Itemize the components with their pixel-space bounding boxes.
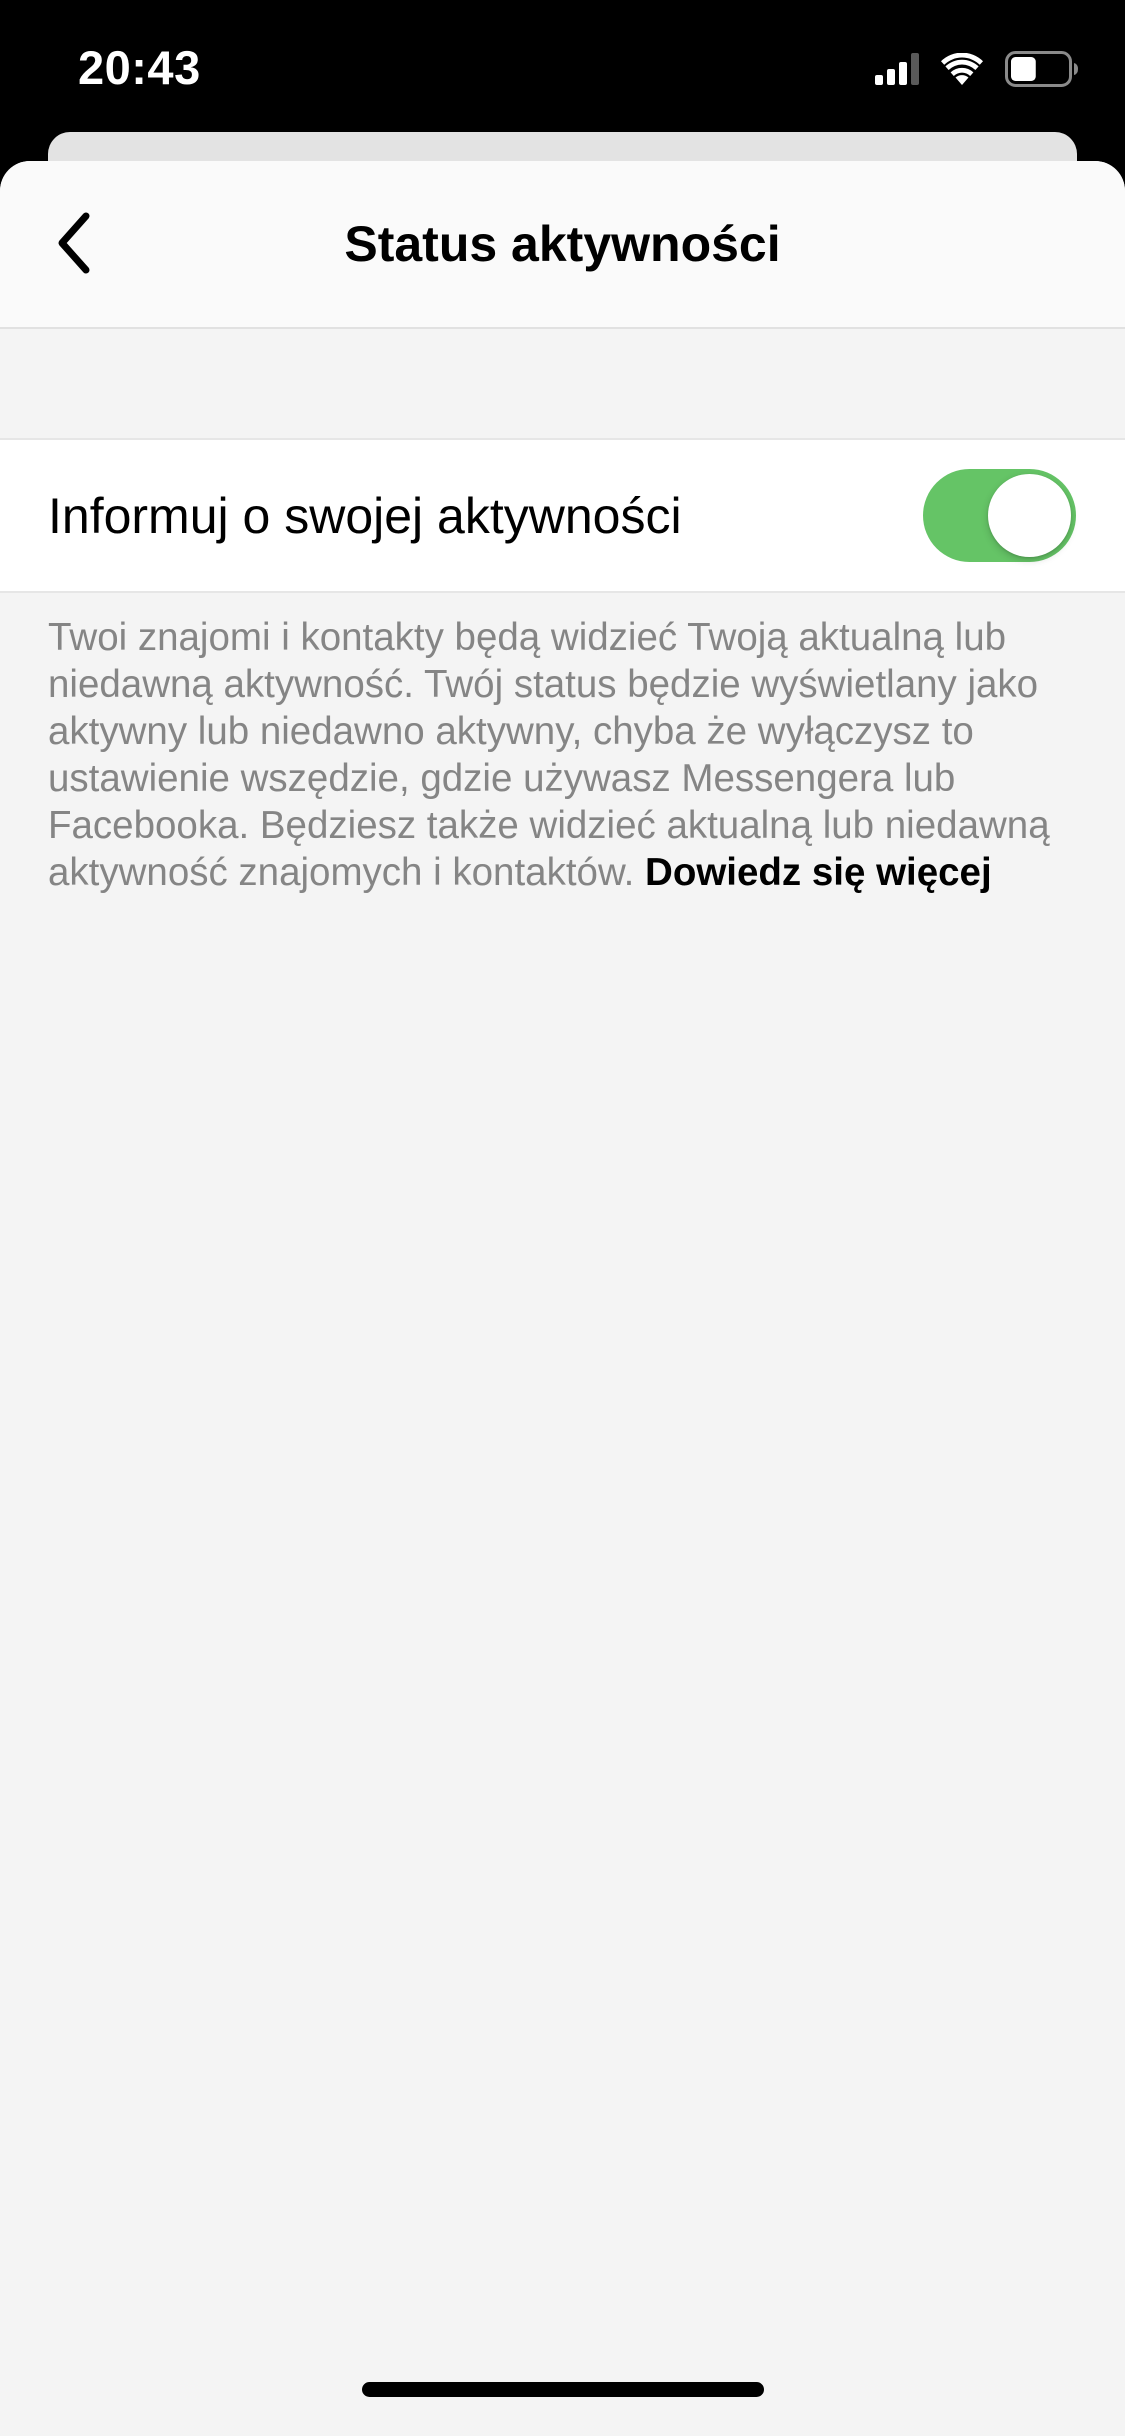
back-button[interactable] xyxy=(38,201,110,289)
battery-icon xyxy=(1005,51,1079,87)
learn-more-link[interactable]: Dowiedz się więcej xyxy=(645,851,992,894)
chevron-left-icon xyxy=(54,211,94,280)
status-time: 20:43 xyxy=(78,41,201,94)
activity-status-row: Informuj o swojej aktywności xyxy=(0,438,1125,593)
status-bar: 20:43 xyxy=(0,0,1125,130)
status-icons xyxy=(875,48,1079,90)
toggle-knob xyxy=(988,474,1071,557)
page-title: Status aktywności xyxy=(344,216,781,272)
cellular-signal-icon xyxy=(875,53,919,85)
navigation-bar: Status aktywności xyxy=(0,161,1125,329)
setting-description: Twoi znajomi i kontakty będą widzieć Two… xyxy=(48,614,1078,896)
home-indicator xyxy=(362,2382,764,2397)
activity-status-toggle[interactable] xyxy=(923,469,1076,562)
activity-status-label: Informuj o swojej aktywności xyxy=(48,488,682,544)
settings-sheet: Status aktywności Informuj o swojej akty… xyxy=(0,161,1125,2436)
wifi-icon xyxy=(941,53,983,85)
